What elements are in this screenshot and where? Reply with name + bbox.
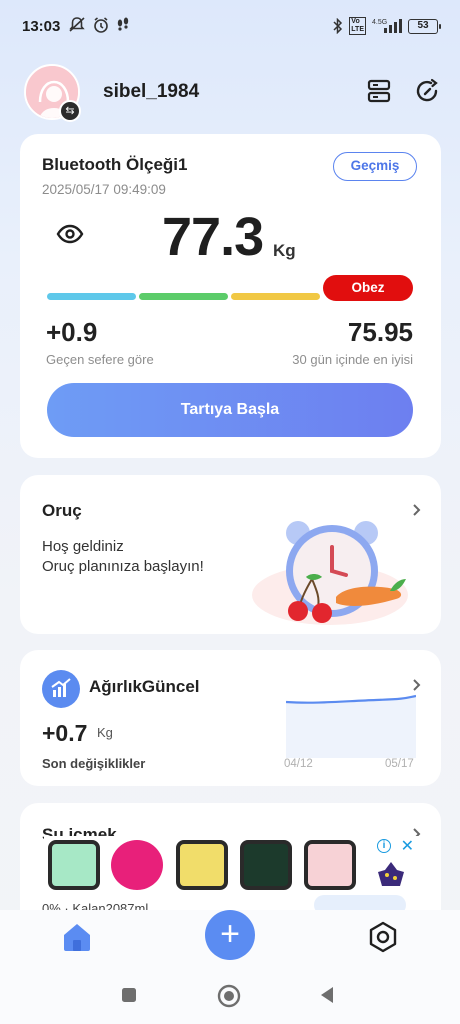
ad-close-icon[interactable]: ✕ [401, 836, 414, 856]
weight-trend-sparkline [286, 694, 416, 758]
fasting-clock-illustration [252, 521, 408, 625]
trend-end-date: 05/17 [385, 758, 414, 770]
change-label: Geçen sefere göre [46, 352, 154, 367]
ad-product-image[interactable] [111, 840, 163, 890]
weight-trend-title: AğırlıkGüncel [89, 677, 200, 696]
fasting-welcome: Hoş geldiniz [42, 538, 124, 555]
ad-info-icon[interactable]: i [377, 839, 391, 853]
switch-user-icon[interactable]: ⇆ [59, 100, 81, 122]
header: ⇆ sibel_1984 [0, 62, 460, 122]
sync-icon[interactable] [412, 76, 442, 106]
add-button[interactable]: + [205, 910, 255, 960]
alarm-icon [94, 17, 108, 33]
best-label: 30 gün içinde en iyisi [292, 352, 413, 367]
ad-product-image[interactable] [240, 840, 292, 890]
start-weighing-button[interactable]: Tartıya Başla [47, 383, 413, 437]
weight-trend-label: Son değişiklikler [42, 756, 146, 771]
bmi-segment-overweight [231, 293, 320, 300]
weight-unit: Kg [273, 241, 296, 260]
battery-indicator: 53 [408, 18, 441, 34]
username: sibel_1984 [103, 81, 200, 102]
home-icon[interactable] [60, 920, 94, 954]
notifications-off-icon [69, 17, 85, 32]
fasting-title: Oruç [42, 501, 82, 520]
bmi-segment-underweight [47, 293, 136, 300]
bluetooth-icon [333, 18, 343, 34]
weight-trend-value: +0.7 [42, 720, 88, 746]
chevron-right-icon[interactable] [411, 503, 423, 517]
weight-trend-unit: Kg [97, 725, 113, 740]
ad-brand-logo [378, 862, 404, 886]
scale-device-name: Bluetooth Ölçeği1 [42, 155, 188, 174]
bmi-segment-normal [139, 293, 228, 300]
trend-start-date: 04/12 [284, 758, 313, 770]
history-button[interactable]: Geçmiş [333, 152, 417, 181]
ad-product-image[interactable] [304, 840, 356, 890]
weight-trend-card[interactable]: AğırlıkGüncel +0.7 Kg Son değişiklikler … [20, 650, 441, 786]
bmi-status-badge: Obez [323, 275, 413, 301]
fasting-prompt: Oruç planınıza başlayın! [42, 558, 204, 575]
ad-product-image[interactable] [48, 840, 100, 890]
status-bar: 13:03 Vo LTE 4.5G 53 [0, 0, 460, 52]
system-nav-bar [0, 964, 460, 1024]
svg-text:4.5G: 4.5G [372, 19, 387, 26]
measurement-datetime: 2025/05/17 09:49:09 [42, 182, 166, 197]
fasting-card[interactable]: Oruç Hoş geldiniz Oruç planınıza başlayı… [20, 475, 441, 634]
steps-icon [117, 17, 129, 31]
status-right-group: Vo LTE 4.5G 53 [333, 17, 441, 35]
device-list-icon[interactable] [364, 76, 394, 106]
best-value: 75.95 [347, 317, 413, 347]
bottom-nav: + [0, 910, 460, 964]
back-icon[interactable] [318, 985, 336, 1005]
weight-value: 77.3 [162, 207, 264, 267]
trend-chart-icon [42, 670, 80, 708]
recents-icon[interactable] [120, 986, 138, 1004]
ad-product-image[interactable] [176, 840, 228, 890]
signal-icon: 4.5G [372, 19, 402, 33]
ad-banner[interactable]: i ✕ [44, 836, 420, 894]
change-value: +0.9 [46, 317, 98, 347]
status-time: 13:03 [22, 18, 61, 35]
eye-icon[interactable] [56, 224, 84, 244]
volte-icon: Vo LTE [349, 17, 366, 35]
settings-icon[interactable] [366, 920, 400, 954]
home-circle-icon[interactable] [217, 984, 241, 1008]
scale-card: Bluetooth Ölçeği1 2025/05/17 09:49:09 Ge… [20, 134, 441, 458]
